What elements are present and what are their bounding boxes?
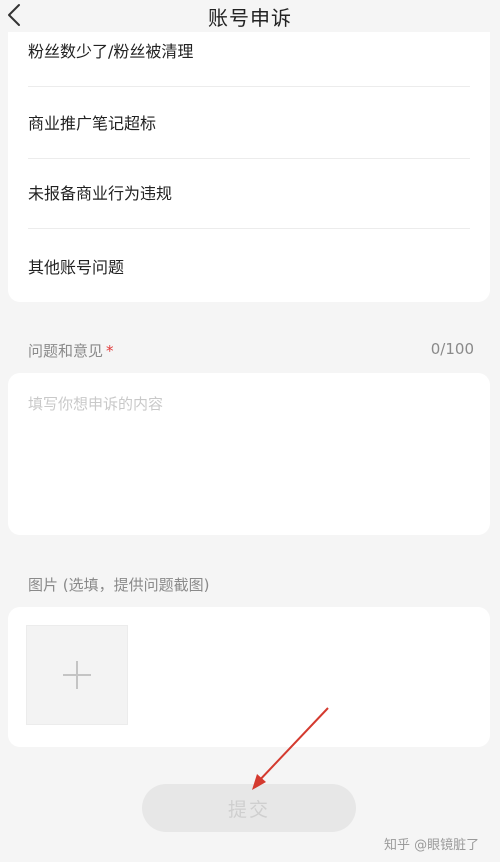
add-image-button[interactable] [26,625,128,725]
required-mark: * [106,342,114,360]
feedback-label: 问题和意见 * [28,340,114,361]
plus-icon [63,661,91,689]
char-counter: 0/100 [430,340,474,358]
feedback-card [8,373,490,535]
images-label: 图片 (选填，提供问题截图) [28,576,210,594]
option-other-account-issue[interactable]: 其他账号问题 [28,230,470,302]
option-label: 其他账号问题 [28,258,125,277]
submit-button[interactable]: 提交 [142,784,356,832]
image-upload-card [8,607,490,747]
feedback-label-text: 问题和意见 [28,342,104,360]
option-label: 未报备商业行为违规 [28,184,173,203]
option-commercial-notes-exceeded[interactable]: 商业推广笔记超标 [28,86,470,159]
feedback-textarea[interactable] [26,391,470,521]
option-unreported-commercial[interactable]: 未报备商业行为违规 [28,156,470,229]
option-label: 粉丝数少了/粉丝被清理 [28,42,194,61]
reason-options-card: 粉丝数少了/粉丝被清理 商业推广笔记超标 未报备商业行为违规 其他账号问题 [8,32,490,302]
option-label: 商业推广笔记超标 [28,114,157,133]
watermark: 知乎 @眼镜脏了 [384,838,480,853]
option-fans-decreased[interactable]: 粉丝数少了/粉丝被清理 [28,14,470,87]
